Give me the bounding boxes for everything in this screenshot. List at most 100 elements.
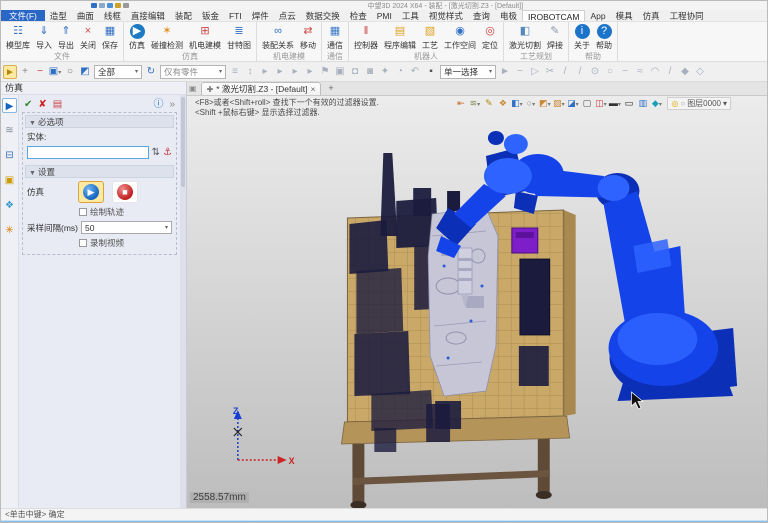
swap-filter-icon[interactable]: ↕ (243, 65, 257, 79)
undo-filter-icon[interactable]: ↶ (408, 65, 422, 79)
face2-pick-icon[interactable]: ◇ (693, 65, 707, 79)
ribbon-button[interactable]: ▦ 保存 (99, 23, 121, 52)
ribbon-button[interactable]: ✎ 焊接 (544, 23, 566, 52)
menu-tab[interactable]: 线框 (99, 10, 126, 21)
record-checkbox[interactable] (79, 239, 87, 247)
menu-tab[interactable]: 造型 (45, 10, 72, 21)
assembly-manager[interactable]: ⊟ (2, 148, 17, 163)
circle-tool-icon[interactable]: ○ (603, 65, 617, 79)
state-filter-icon[interactable]: ◙ (363, 65, 377, 79)
expand-panel-icon[interactable]: » (169, 99, 175, 111)
menu-tab[interactable]: 模具 (611, 10, 638, 21)
pin-1-icon[interactable]: ▸ (258, 65, 272, 79)
ribbon-button[interactable]: ☷ 模型库 (3, 23, 33, 52)
dark-bar-icon[interactable]: ▭ (622, 97, 635, 110)
ribbon-button[interactable]: ✶ 碰撞检测 (148, 23, 186, 52)
ribbon-button[interactable]: ? 帮助 (593, 23, 615, 52)
ribbon-button[interactable]: ⊞ 机电建模 (186, 23, 224, 52)
ribbon-button[interactable]: × 关闭 (77, 23, 99, 52)
pick-mode-select[interactable]: 单一选择▾ (440, 65, 496, 79)
anchor-icon[interactable]: ⚓ (163, 147, 172, 159)
line-tool-icon[interactable]: / (558, 65, 572, 79)
ribbon-button[interactable]: ⇄ 移动 (297, 23, 319, 52)
segment-tool-icon[interactable]: / (663, 65, 677, 79)
arc-tool-icon[interactable]: ◠ (648, 65, 662, 79)
panel-scrollbar[interactable] (180, 95, 186, 508)
ribbon-button[interactable]: ▤ 程序编辑 (381, 23, 419, 52)
info-icon[interactable]: ⓘ (153, 99, 163, 111)
document-tab[interactable]: ✚ * 激光切割.Z3 - [Default] × (201, 82, 322, 95)
ribbon-button[interactable]: ◧ 激光切割 (506, 23, 544, 52)
undo-icon[interactable] (115, 3, 121, 8)
picture-filter-icon[interactable]: ▣▾ (48, 65, 62, 79)
cancel-button[interactable]: ✘ (38, 99, 46, 111)
entity-input[interactable] (27, 146, 149, 159)
ribbon-button[interactable]: ▧ 工艺 (419, 23, 441, 52)
simulate-command[interactable]: ▶ (2, 98, 17, 113)
line2-tool-icon[interactable]: / (573, 65, 587, 79)
menu-tab[interactable]: 工程协同 (665, 10, 709, 21)
ribbon-button[interactable]: ◎ 定位 (479, 23, 501, 52)
lasso-pick-icon[interactable]: ◩ (78, 65, 92, 79)
entity-filter-select[interactable]: 全部▾ (94, 65, 142, 79)
tab-close-icon[interactable]: × (310, 84, 315, 94)
menu-tab[interactable]: 工具 (397, 10, 424, 21)
scene-3d[interactable]: Z X <F8>或者<Shift+roll> 查找下一个有效的过滤器设置. <S… (187, 96, 767, 508)
ribbon-button[interactable]: ⇓ 导入 (33, 23, 55, 52)
new-tab-button[interactable]: + (325, 82, 336, 95)
menu-tab[interactable]: 装配 (170, 10, 197, 21)
menu-tab[interactable]: PMI (372, 10, 397, 21)
add-pick-icon[interactable]: + (18, 65, 32, 79)
menu-tab[interactable]: 仿真 (638, 10, 665, 21)
pick-square-icon[interactable]: ▪ (424, 65, 438, 79)
menu-tab[interactable]: 电极 (495, 10, 522, 21)
layout-split-icon[interactable]: ◫▾ (594, 97, 607, 110)
ribbon-button[interactable]: ⇑ 导出 (55, 23, 77, 52)
new-file-icon[interactable] (91, 3, 97, 8)
menu-tab[interactable]: 检查 (345, 10, 372, 21)
history-manager[interactable]: ≋ (2, 123, 17, 138)
pick-list-icon[interactable]: ⇅ (152, 147, 160, 159)
part-filter-field[interactable]: 仅有零件▾ (160, 65, 226, 79)
ribbon-button[interactable]: ∞ 装配关系 (259, 23, 297, 52)
vision-manager[interactable]: ❖ (2, 198, 17, 213)
point-circle-icon[interactable]: ⊙ (588, 65, 602, 79)
face-pick-icon[interactable]: ◆ (678, 65, 692, 79)
trace-checkbox[interactable] (79, 208, 87, 216)
play-pick-icon[interactable]: ▷ (528, 65, 542, 79)
open-file-icon[interactable] (99, 3, 105, 8)
pointer-tool-icon[interactable]: ► (498, 65, 512, 79)
zoom-window-icon[interactable]: ▢ (580, 97, 593, 110)
ribbon-button[interactable]: ‖ 控制器 (351, 23, 381, 52)
play-button[interactable]: ▶ (78, 181, 104, 203)
texture-view-icon[interactable]: ▨▾ (552, 97, 565, 110)
ribbon-button[interactable]: ◉ 工作空间 (441, 23, 479, 52)
ok-button[interactable]: ✔ (24, 99, 32, 111)
monitor-icon[interactable]: ▬▾ (608, 97, 621, 110)
ribbon-button[interactable]: i 关于 (571, 23, 593, 52)
section-required[interactable]: ▼必选项 (25, 115, 174, 128)
scene-canvas[interactable]: Z X (187, 96, 767, 508)
menu-tab[interactable]: 焊件 (247, 10, 274, 21)
shaded-view-icon[interactable]: ◧▾ (510, 97, 523, 110)
window-restore-icon[interactable]: ▣ (189, 82, 197, 95)
menu-tab[interactable]: 钣金 (197, 10, 224, 21)
menu-tab[interactable]: 曲面 (72, 10, 99, 21)
display-style-icon[interactable]: ≋▾ (468, 97, 481, 110)
section-settings[interactable]: ▼设置 (25, 165, 174, 178)
section-view-icon[interactable]: ◪▾ (566, 97, 579, 110)
ribbon-button[interactable]: ▶ 仿真 (126, 23, 148, 52)
edit-list-button[interactable]: ▤ (53, 99, 62, 111)
ribbon-button[interactable]: ▦ 通信 (324, 23, 346, 52)
menu-tab[interactable]: 直接编辑 (126, 10, 170, 21)
robot-manager[interactable]: ✳ (2, 223, 17, 238)
refresh-filter-icon[interactable]: ↻ (144, 65, 158, 79)
menu-tab[interactable]: 查询 (468, 10, 495, 21)
menu-tab[interactable]: 视觉样式 (424, 10, 468, 21)
annotate-pencil-icon[interactable]: ✎ (482, 97, 495, 110)
menu-tab[interactable]: IROBOTCAM (522, 10, 585, 21)
align-filter-icon[interactable]: ≡ (228, 65, 242, 79)
stop-button[interactable]: ■ (112, 181, 138, 203)
menu-tab[interactable]: 数据交换 (301, 10, 345, 21)
menu-tab[interactable]: FTI (224, 10, 247, 21)
